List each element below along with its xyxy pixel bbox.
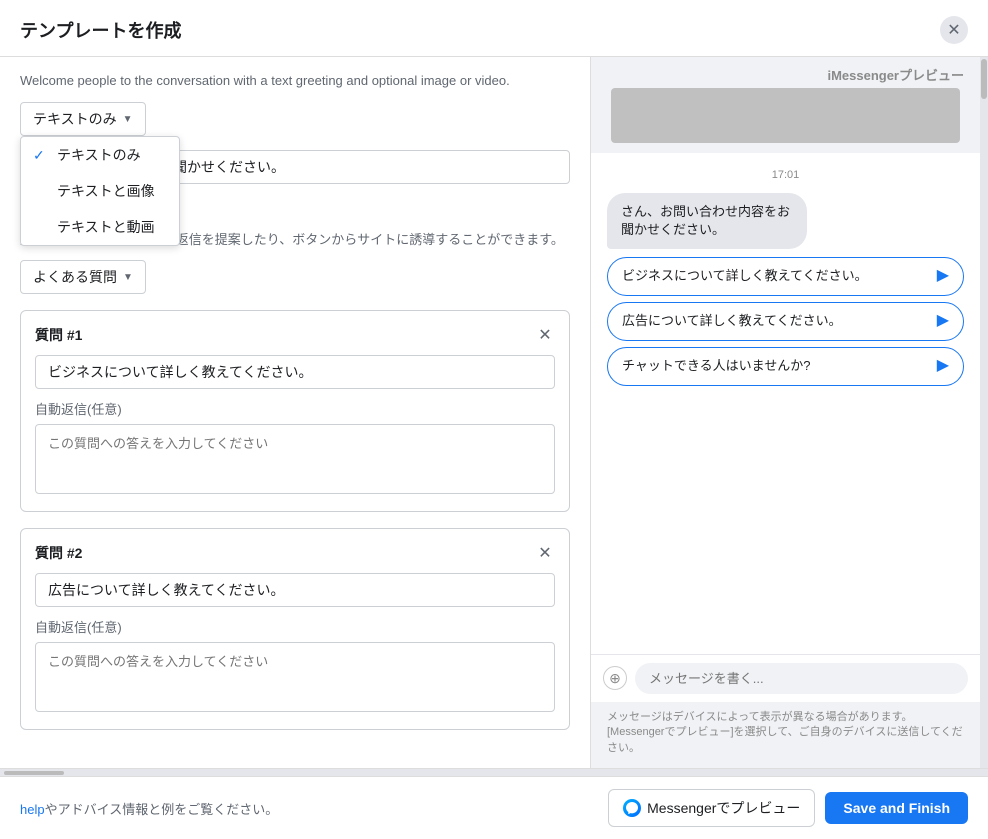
preview-label: iMessengerプレビュー [591, 57, 980, 88]
save-finish-button[interactable]: Save and Finish [825, 792, 968, 824]
dropdown-menu: ✓ テキストのみ テキストと画像 テキストと動画 [20, 136, 180, 246]
question-2-input[interactable] [35, 573, 555, 607]
left-panel: Welcome people to the conversation with … [0, 57, 590, 768]
modal-container: テンプレートを作成 ✕ Welcome people to the conver… [0, 0, 988, 839]
modal-footer: helpやアドバイス情報と例をご覧ください。 Messengerでプレビュー S… [0, 776, 988, 839]
question-card-1: 質問 #1 ✕ 自動返信(任意) [20, 310, 570, 512]
right-scrollbar[interactable] [980, 57, 988, 768]
dropdown-item-label: テキストと画像 [57, 181, 155, 201]
dropdown-container: テキストのみ ▼ ✓ テキストのみ テキストと画像 [20, 102, 146, 136]
remove-question-1-button[interactable]: ✕ [535, 325, 555, 345]
preview-timestamp: 17:01 [607, 169, 964, 181]
right-panel: iMessengerプレビュー 17:01 さん、お問い合わせ内容をお聞かせくだ… [590, 57, 988, 768]
arrow-right-icon: ▶ [937, 266, 949, 287]
quick-reply-3-text: チャットできる人はいませんか? [622, 358, 810, 375]
question-2-header: 質問 #2 ✕ [35, 543, 555, 563]
preview-bot-message: さん、お問い合わせ内容をお聞かせください。 [607, 193, 807, 249]
remove-question-2-button[interactable]: ✕ [535, 543, 555, 563]
arrow-right-icon: ▶ [937, 311, 949, 332]
footer-right: Messengerでプレビュー Save and Finish [608, 789, 968, 827]
preview-message-input[interactable] [635, 663, 968, 694]
question-1-label: 質問 #1 [35, 325, 82, 345]
question-2-label: 質問 #2 [35, 543, 82, 563]
help-link[interactable]: help [20, 802, 45, 817]
messenger-icon [623, 799, 641, 817]
preview-input-area: ⊕ [591, 654, 980, 702]
preview-chat-area: 17:01 さん、お問い合わせ内容をお聞かせください。 ビジネスについて詳しく教… [591, 153, 980, 654]
dropdown-current-value: テキストのみ [33, 109, 117, 129]
auto-reply-2-textarea[interactable] [35, 642, 555, 712]
quick-reply-2[interactable]: 広告について詳しく教えてください。 ▶ [607, 302, 964, 341]
auto-reply-1-textarea[interactable] [35, 424, 555, 494]
dropdown-item-label: テキストのみ [57, 145, 141, 165]
quick-reply-3[interactable]: チャットできる人はいませんか? ▶ [607, 347, 964, 386]
horizontal-scrollbar[interactable] [0, 768, 988, 776]
quick-reply-1-text: ビジネスについて詳しく教えてください。 [622, 268, 868, 285]
preview-header-image [611, 88, 960, 143]
messenger-preview-label: Messengerでプレビュー [647, 798, 800, 818]
preview-wrapper: iMessengerプレビュー 17:01 さん、お問い合わせ内容をお聞かせくだ… [591, 57, 988, 768]
auto-reply-2-label: 自動返信(任意) [35, 617, 555, 636]
question-card-2: 質問 #2 ✕ 自動返信(任意) [20, 528, 570, 730]
scrollbar-thumb [981, 59, 987, 99]
arrow-right-icon: ▶ [937, 356, 949, 377]
add-attachment-icon[interactable]: ⊕ [603, 666, 627, 690]
advice-text: やアドバイス情報と例をご覧ください。 [45, 802, 279, 817]
modal-header: テンプレートを作成 ✕ [0, 0, 988, 57]
modal-title: テンプレートを作成 [20, 17, 181, 43]
question-1-input[interactable] [35, 355, 555, 389]
faq-button-label: よくある質問 [33, 267, 117, 287]
text-type-dropdown[interactable]: テキストのみ ▼ [20, 102, 146, 136]
scrollbar-thumb-horizontal [4, 771, 64, 775]
messenger-preview-button[interactable]: Messengerでプレビュー [608, 789, 815, 827]
modal-body: Welcome people to the conversation with … [0, 57, 988, 768]
description-text: Welcome people to the conversation with … [20, 73, 570, 88]
dropdown-item-text-video[interactable]: テキストと動画 [21, 209, 179, 245]
dropdown-item-text-image[interactable]: テキストと画像 [21, 173, 179, 209]
close-button[interactable]: ✕ [940, 16, 968, 44]
chevron-down-icon: ▼ [123, 114, 133, 125]
preview-main: iMessengerプレビュー 17:01 さん、お問い合わせ内容をお聞かせくだ… [591, 57, 980, 768]
quick-reply-2-text: 広告について詳しく教えてください。 [622, 313, 842, 330]
question-1-header: 質問 #1 ✕ [35, 325, 555, 345]
dropdown-item-label: テキストと動画 [57, 217, 155, 237]
preview-footer-note: メッセージはデバイスによって表示が異なる場合があります。[Messengerでプ… [591, 702, 980, 768]
dropdown-item-text-only[interactable]: ✓ テキストのみ [21, 137, 179, 173]
check-icon: ✓ [33, 147, 49, 164]
quick-reply-1[interactable]: ビジネスについて詳しく教えてください。 ▶ [607, 257, 964, 296]
auto-reply-1-label: 自動返信(任意) [35, 399, 555, 418]
footer-help-area: helpやアドバイス情報と例をご覧ください。 [20, 799, 278, 818]
faq-button[interactable]: よくある質問 ▼ [20, 260, 146, 294]
chevron-down-icon: ▼ [123, 272, 133, 283]
